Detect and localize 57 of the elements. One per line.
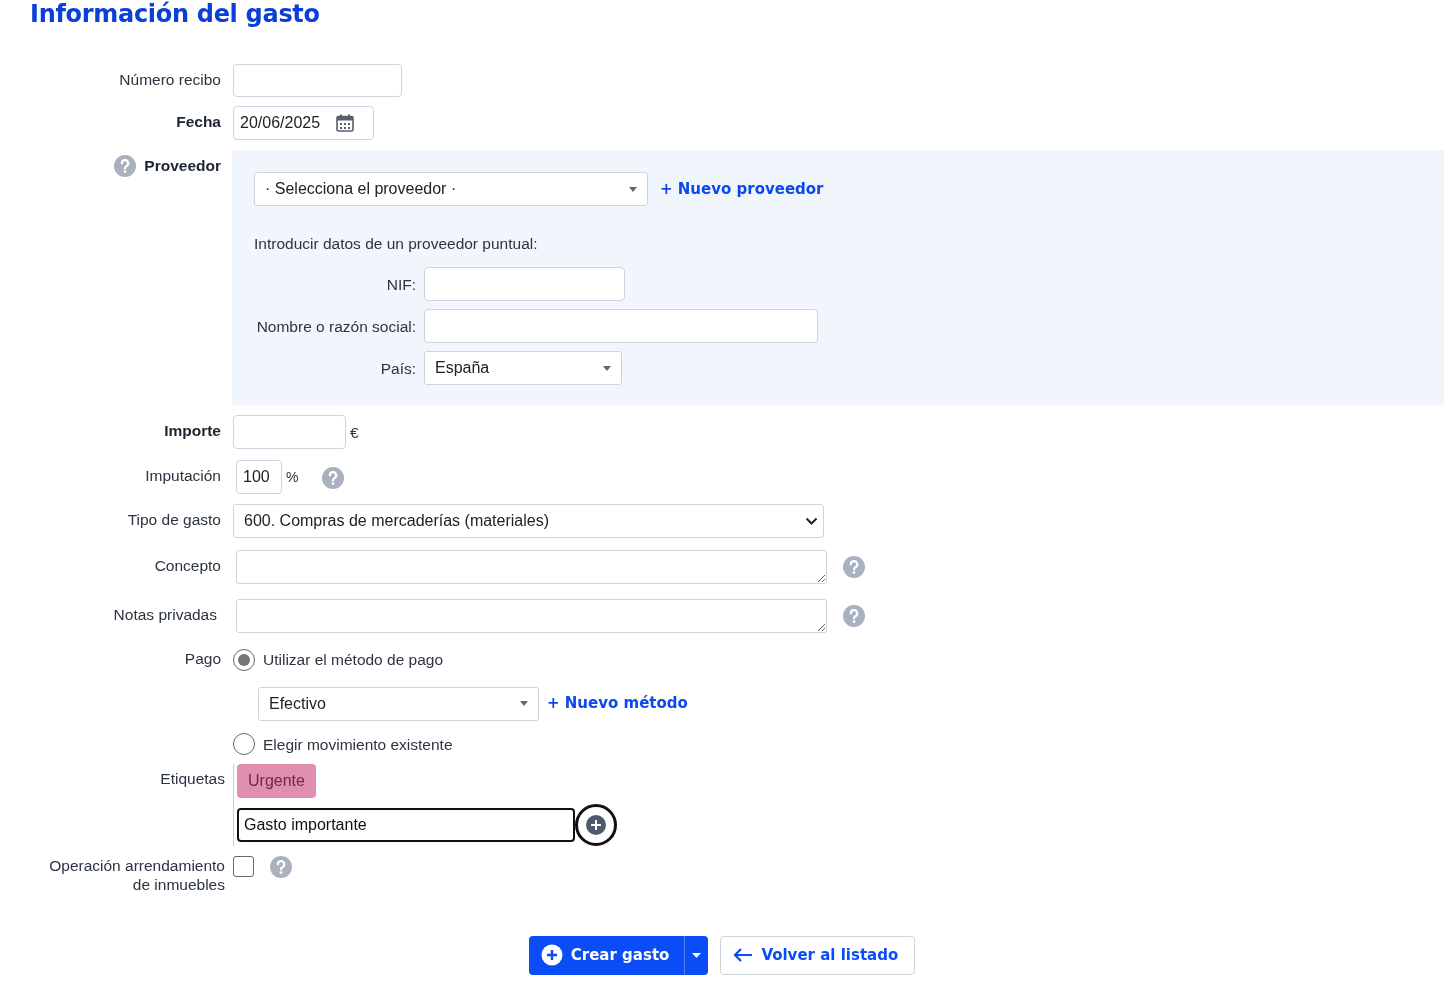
- arrow-left-icon: [733, 947, 754, 964]
- field-label: Operación arrendamiento de inmuebles: [48, 855, 225, 894]
- field-label: NIF:: [385, 274, 416, 295]
- supplier-select[interactable]: · Selecciona el proveedor ·: [254, 172, 648, 206]
- field-label: Etiquetas: [159, 768, 225, 788]
- private-notes-field[interactable]: [236, 599, 827, 634]
- field-label: Imputación: [144, 466, 221, 486]
- caret-icon: [629, 186, 637, 192]
- field-label: Importe: [163, 421, 221, 441]
- help-icon[interactable]: [322, 467, 345, 490]
- checkbox[interactable]: [233, 856, 254, 878]
- nif-field[interactable]: [424, 267, 625, 302]
- payment-method-select[interactable]: Efectivo: [258, 686, 539, 721]
- caret-icon: [692, 952, 702, 958]
- field-label: Pago: [183, 649, 221, 669]
- receipt-number-field[interactable]: [233, 64, 402, 97]
- percent-unit: %: [286, 467, 299, 487]
- radio-button[interactable]: [233, 733, 255, 756]
- section-text: Introducir datos de un proveedor puntual:: [254, 234, 539, 254]
- date-field[interactable]: 20/06/2025: [233, 106, 374, 140]
- page-title: Información del gasto: [30, 0, 321, 28]
- help-icon[interactable]: [843, 556, 865, 579]
- caret-icon: [520, 701, 528, 706]
- field-label: Nombre o razón social:: [255, 316, 416, 337]
- create-expense-button[interactable]: Crear gasto: [528, 935, 685, 975]
- expense-type-select[interactable]: 600. Compras de mercaderías (materiales): [233, 504, 824, 539]
- radio-button[interactable]: [233, 648, 255, 671]
- amount-field[interactable]: [233, 415, 346, 450]
- help-icon[interactable]: [843, 605, 865, 628]
- caret-icon: [603, 365, 611, 371]
- concept-field[interactable]: [236, 550, 827, 585]
- chevron-down-icon: [805, 517, 818, 526]
- tag-input-field[interactable]: Gasto importante: [237, 807, 575, 842]
- radio-label: Elegir movimiento existente: [263, 734, 453, 755]
- currency-unit: €: [350, 422, 359, 443]
- field-label: Notas privadas: [112, 605, 218, 625]
- imputation-field[interactable]: 100: [236, 460, 282, 495]
- country-select[interactable]: España: [424, 351, 622, 386]
- field-label: Proveedor: [144, 157, 221, 175]
- field-label: Número recibo: [118, 70, 221, 89]
- new-method-link[interactable]: + Nuevo método: [547, 692, 688, 715]
- field-label: Fecha: [175, 112, 221, 131]
- company-name-field[interactable]: [424, 309, 818, 344]
- plus-circle-icon: [585, 813, 607, 836]
- calendar-icon[interactable]: [336, 114, 355, 132]
- help-icon[interactable]: [114, 155, 137, 177]
- field-label: País:: [379, 358, 416, 379]
- plus-circle-icon: [540, 944, 563, 967]
- field-label: Concepto: [153, 556, 221, 576]
- add-tag-button[interactable]: [575, 803, 617, 846]
- tag[interactable]: Urgente: [237, 763, 316, 798]
- help-icon[interactable]: [270, 855, 292, 878]
- dropdown-toggle[interactable]: [684, 935, 709, 975]
- radio-label: Utilizar el método de pago: [263, 650, 444, 671]
- back-to-list-button[interactable]: Volver al listado: [720, 935, 916, 975]
- new-supplier-link[interactable]: + Nuevo proveedor: [660, 177, 824, 201]
- field-label: Tipo de gasto: [126, 510, 221, 530]
